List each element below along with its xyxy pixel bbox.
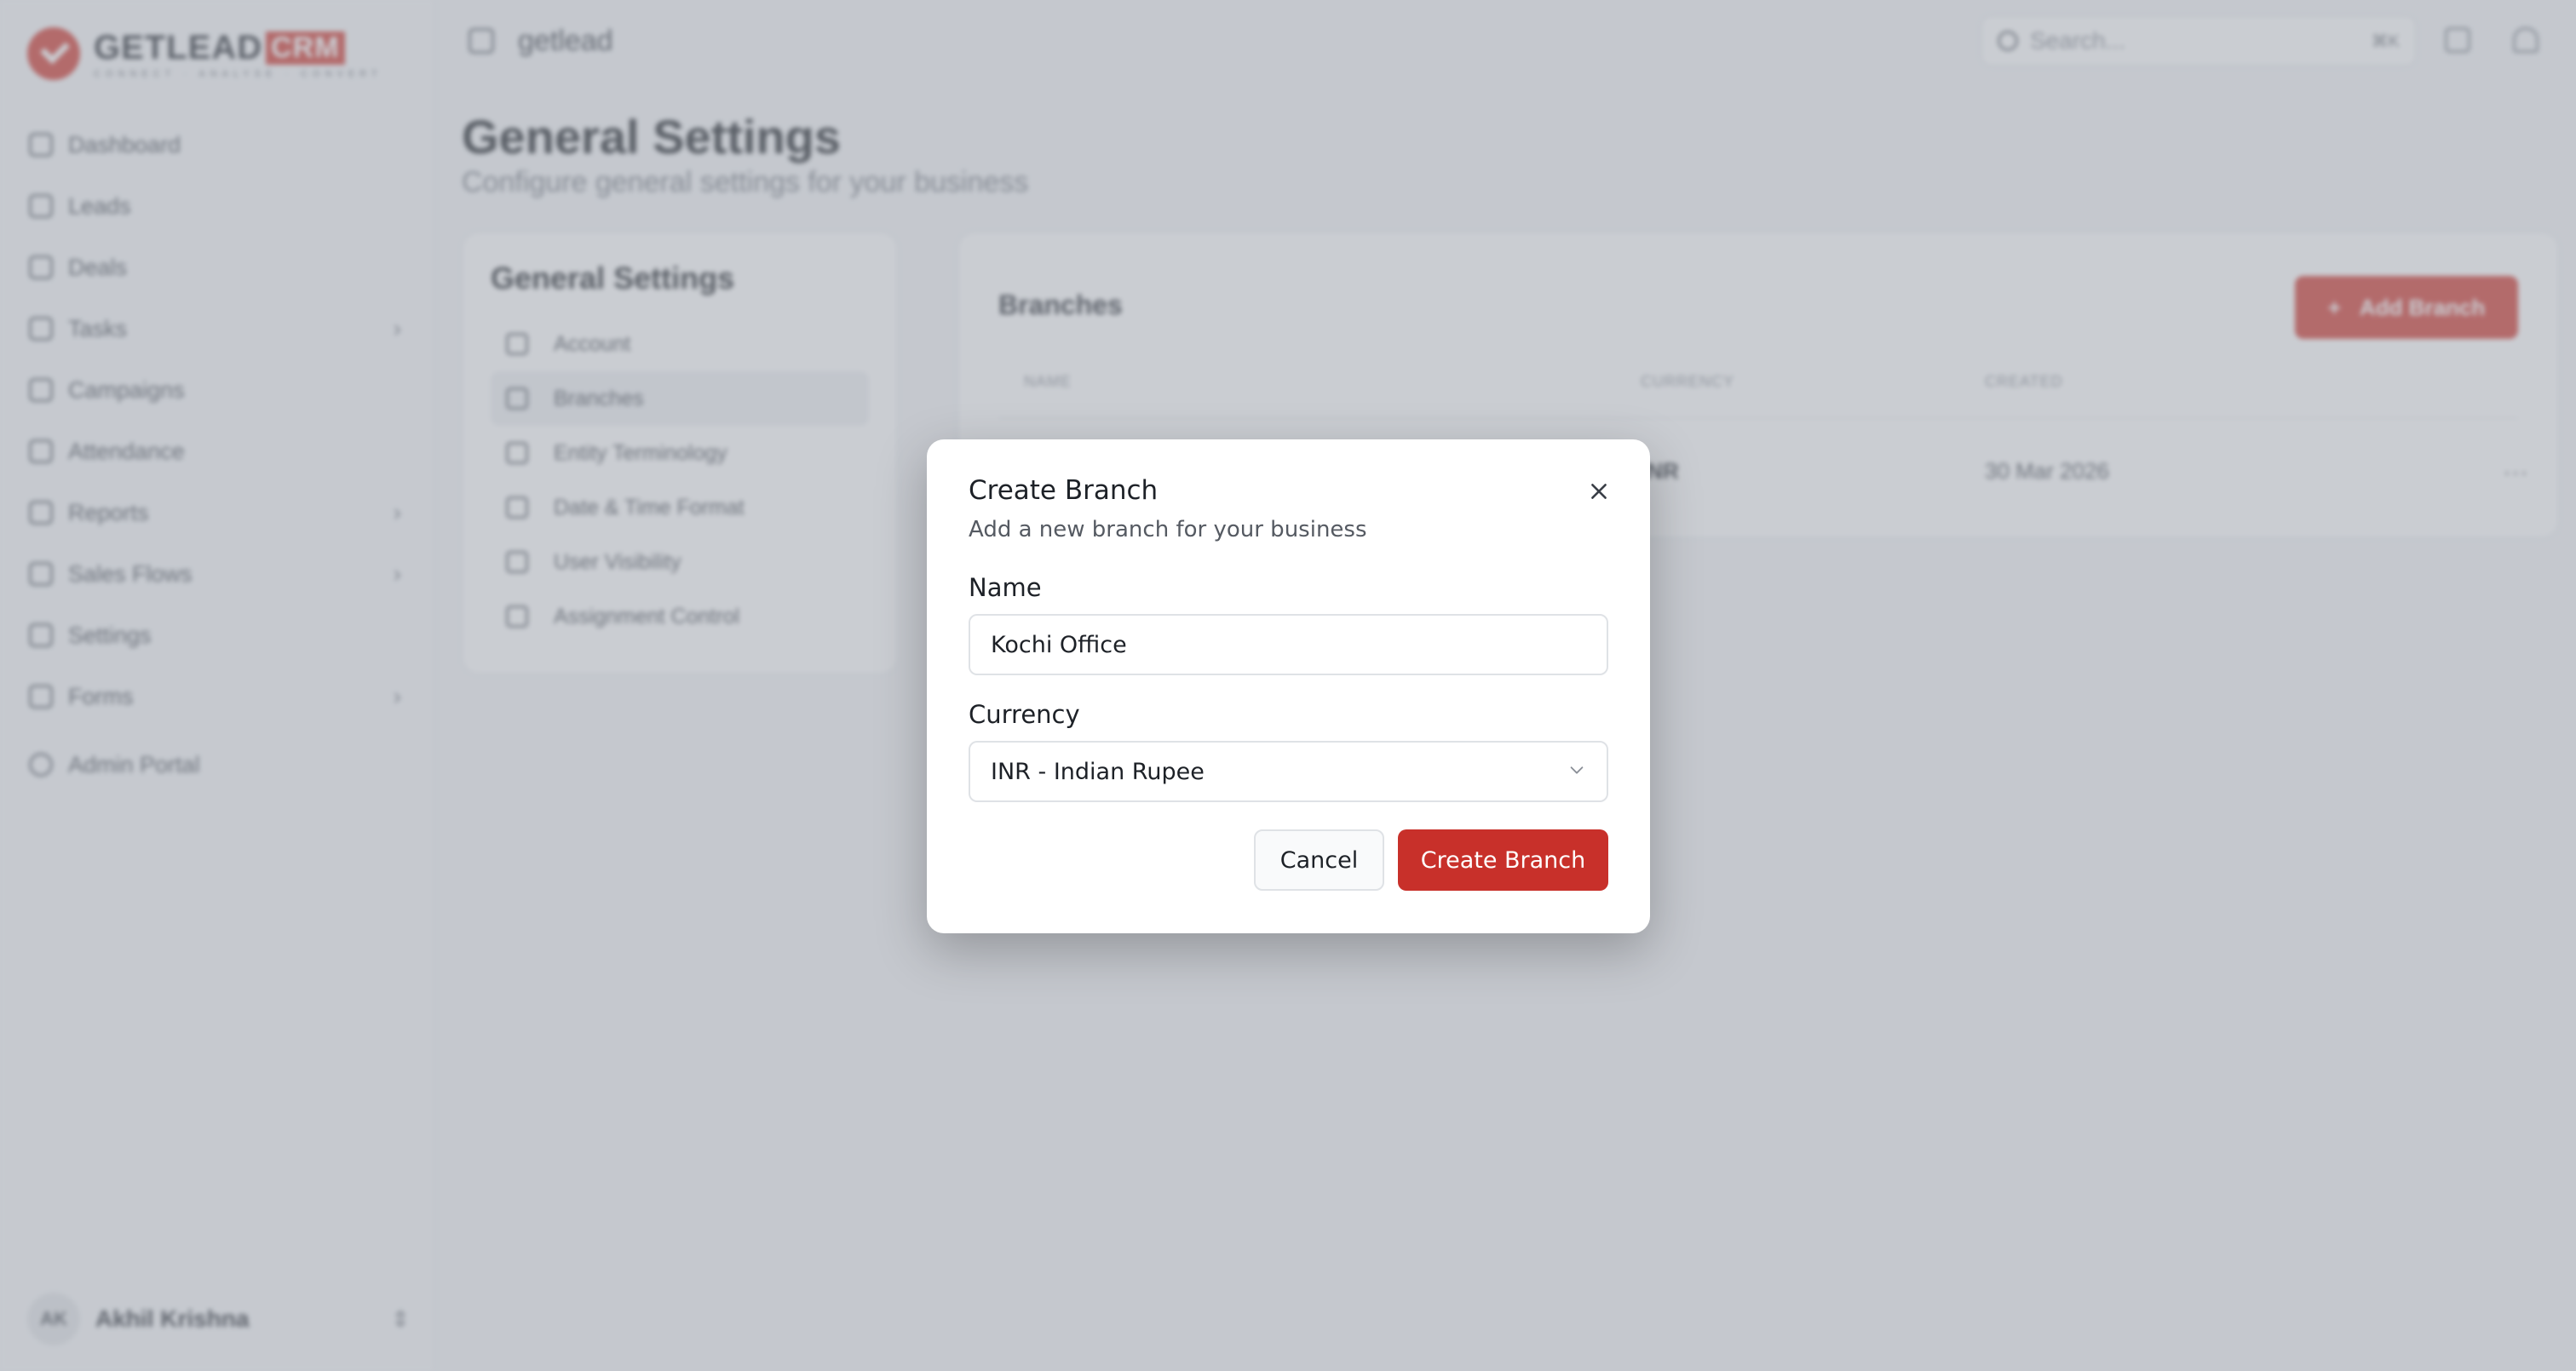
currency-selected-value: INR - Indian Rupee	[991, 758, 1205, 785]
create-branch-dialog: Create Branch Add a new branch for your …	[927, 439, 1650, 933]
currency-select[interactable]: INR - Indian Rupee	[969, 741, 1608, 802]
chevron-down-icon	[1567, 760, 1586, 783]
name-label: Name	[969, 573, 1042, 602]
dialog-title: Create Branch	[969, 475, 1159, 506]
dialog-description: Add a new branch for your business	[969, 517, 1367, 542]
cancel-button[interactable]: Cancel	[1254, 829, 1384, 891]
close-icon	[1591, 484, 1607, 499]
create-branch-button[interactable]: Create Branch	[1398, 829, 1608, 891]
currency-label: Currency	[969, 700, 1080, 729]
close-button[interactable]	[1581, 473, 1617, 509]
branch-name-input[interactable]	[969, 614, 1608, 675]
